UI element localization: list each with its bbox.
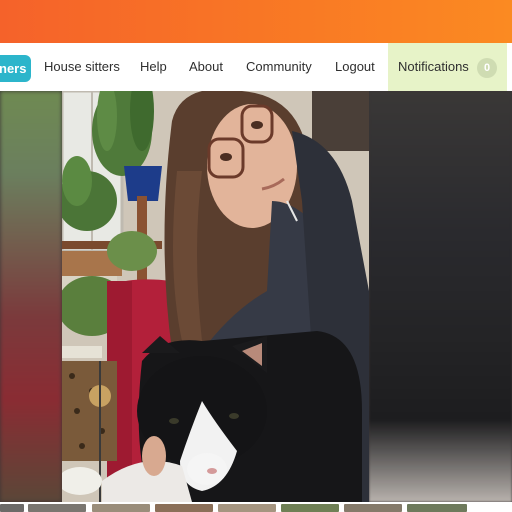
thumbnail-6[interactable]	[281, 504, 339, 512]
thumbnail-1[interactable]	[0, 504, 24, 512]
main-photo	[62, 91, 369, 502]
notifications-count-badge: 0	[477, 58, 497, 78]
nav-item-logout[interactable]: Logout	[335, 59, 375, 74]
thumbnail-7[interactable]	[344, 504, 402, 512]
thumbnail-2[interactable]	[28, 504, 86, 512]
thumbnail-strip	[0, 502, 512, 512]
notifications-label: Notifications	[398, 59, 469, 74]
nav-item-about[interactable]: About	[189, 59, 223, 74]
photo-illustration	[62, 91, 369, 502]
notifications-button[interactable]: Notifications 0	[388, 43, 507, 91]
thumbnail-5[interactable]	[218, 504, 276, 512]
thumbnail-4[interactable]	[155, 504, 213, 512]
nav-item-help[interactable]: Help	[140, 59, 167, 74]
main-nav: ners House sitters Help About Community …	[0, 43, 512, 92]
next-photo-preview[interactable]	[369, 91, 512, 502]
nav-edge	[507, 43, 512, 91]
thumbnail-8[interactable]	[407, 504, 467, 512]
nav-item-active[interactable]: ners	[0, 55, 31, 82]
thumbnail-3[interactable]	[92, 504, 150, 512]
nav-item-community[interactable]: Community	[246, 59, 312, 74]
previous-photo-preview[interactable]	[0, 91, 62, 502]
nav-item-house-sitters[interactable]: House sitters	[44, 59, 120, 74]
top-banner	[0, 0, 512, 43]
photo-lightbox	[0, 91, 512, 502]
